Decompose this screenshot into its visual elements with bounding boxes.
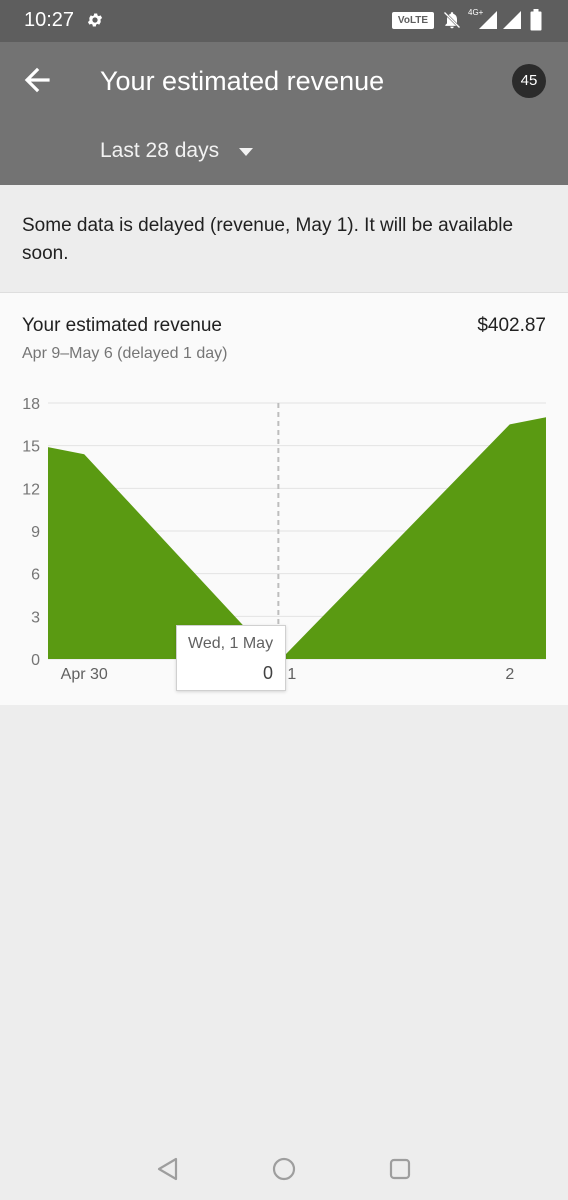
delayed-data-notice: Some data is delayed (revenue, May 1). I… (0, 186, 568, 292)
home-circle-icon (272, 1157, 296, 1181)
page-title: Your estimated revenue (100, 66, 385, 96)
revenue-total: $402.87 (477, 315, 546, 336)
tooltip-value: 0 (262, 663, 273, 683)
caret-down-icon (239, 143, 254, 161)
revenue-area (48, 417, 546, 659)
y-tick-label: 6 (31, 567, 40, 584)
nav-home-button[interactable] (269, 1154, 299, 1184)
y-tick-label: 9 (31, 524, 40, 541)
nav-back-button[interactable] (154, 1154, 184, 1184)
period-label: Last 28 days (100, 139, 220, 162)
gear-icon (86, 11, 104, 34)
period-dropdown[interactable]: Last 28 days (100, 136, 254, 166)
y-tick-label: 15 (22, 439, 40, 456)
y-tick-label: 12 (22, 481, 40, 498)
battery-icon (530, 9, 542, 36)
status-bar: 10:27 VoLTE 4G+ (0, 0, 568, 42)
x-tick-label: 2 (505, 666, 514, 683)
signal-icon (478, 10, 498, 35)
signal-icon (502, 10, 522, 35)
recents-square-icon (389, 1158, 411, 1180)
date-range: Apr 9–May 6 (delayed 1 day) (22, 345, 228, 362)
arrow-left-icon (24, 67, 50, 93)
chart-tooltip: Wed, 1 May 0 (176, 625, 286, 691)
notification-count-badge[interactable]: 45 (512, 64, 546, 98)
back-triangle-icon (157, 1157, 178, 1181)
volte-badge: VoLTE (392, 12, 434, 29)
back-button[interactable] (18, 60, 58, 100)
nav-recents-button[interactable] (385, 1154, 415, 1184)
revenue-card: Your estimated revenue $402.87 Apr 9–May… (0, 292, 568, 705)
tooltip-date: Wed, 1 May (188, 635, 274, 652)
mute-bell-icon (442, 10, 462, 35)
y-tick-label: 18 (22, 396, 40, 413)
x-tick-label: Apr 30 (61, 666, 108, 683)
y-tick-label: 0 (31, 652, 40, 669)
card-title: Your estimated revenue (22, 315, 222, 336)
app-bar: Your estimated revenue 45 Last 28 days (0, 42, 568, 185)
navigation-bar (0, 1134, 568, 1200)
status-time: 10:27 (24, 9, 75, 31)
notice-text: Some data is delayed (revenue, May 1). I… (22, 215, 514, 264)
y-tick-label: 3 (31, 609, 40, 626)
